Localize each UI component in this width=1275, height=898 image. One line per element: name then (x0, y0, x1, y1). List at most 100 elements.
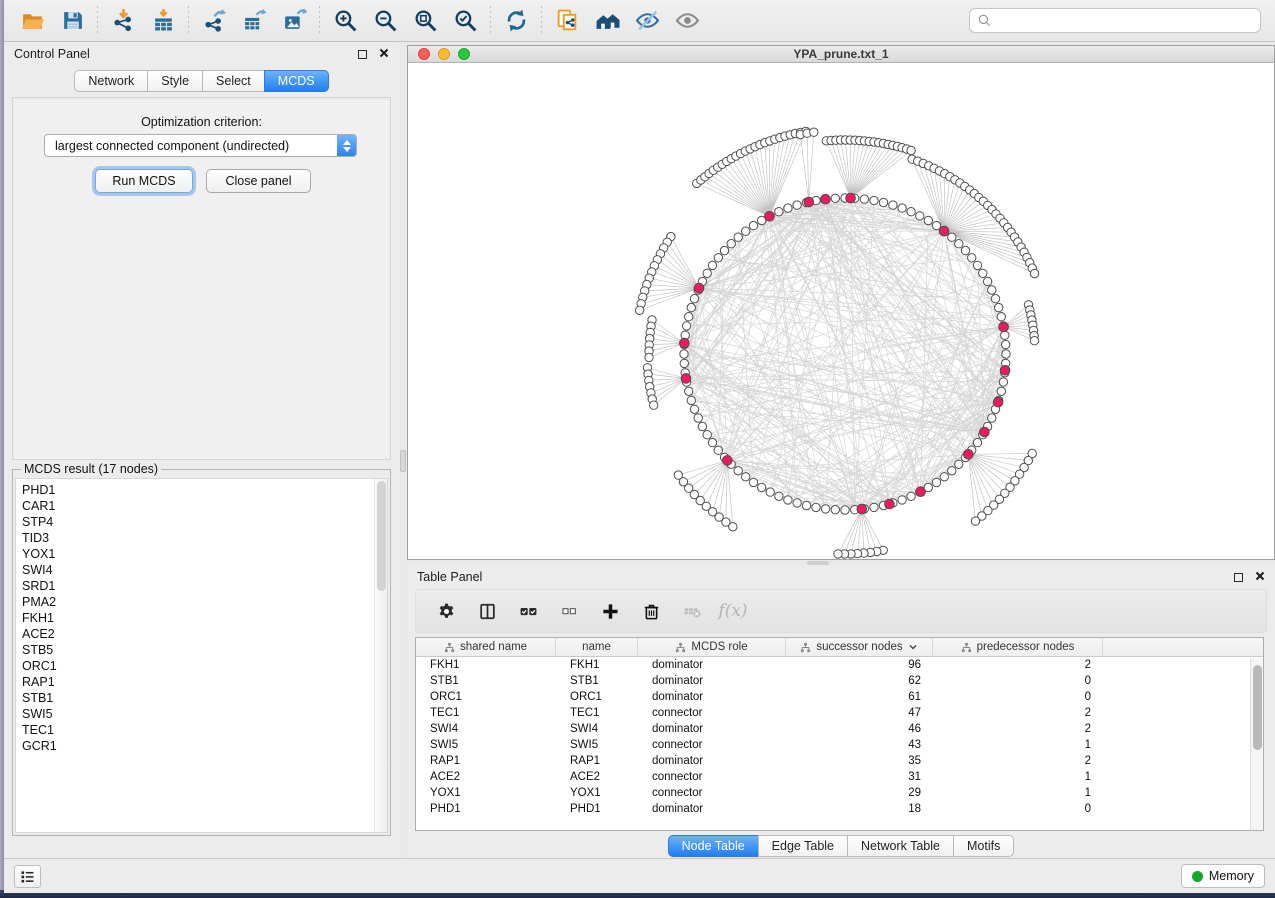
mcds-dominator-node[interactable] (885, 499, 895, 509)
open-session-button[interactable] (12, 4, 52, 38)
column-header-name[interactable]: name (556, 638, 638, 656)
mcds-dominator-node[interactable] (1000, 366, 1010, 376)
show-all-button[interactable] (667, 4, 707, 38)
network-node[interactable] (758, 483, 766, 491)
tab-node-table[interactable]: Node Table (668, 835, 758, 857)
network-node[interactable] (687, 303, 695, 311)
network-node[interactable] (784, 204, 792, 212)
mcds-dominator-node[interactable] (804, 197, 814, 207)
network-node[interactable] (973, 261, 981, 269)
network-node[interactable] (961, 246, 969, 254)
network-node[interactable] (680, 359, 688, 367)
table-row[interactable]: PHD1PHD1dominator180 (416, 801, 1263, 817)
delete-columns-button[interactable] (637, 596, 665, 626)
network-node[interactable] (766, 488, 774, 496)
network-node[interactable] (1001, 331, 1009, 339)
network-node[interactable] (802, 501, 810, 509)
network-node[interactable] (682, 322, 690, 330)
network-node[interactable] (860, 195, 868, 203)
network-node[interactable] (708, 261, 716, 269)
search-input[interactable] (997, 14, 1253, 28)
network-node[interactable] (812, 503, 820, 511)
mcds-result-item[interactable]: GCR1 (22, 738, 387, 754)
tab-edge-table[interactable]: Edge Table (758, 835, 847, 857)
table-row[interactable]: ACE2ACE2connector311 (416, 769, 1263, 785)
mcds-result-item[interactable]: FKH1 (22, 610, 387, 626)
mcds-dominator-node[interactable] (680, 338, 690, 348)
mcds-dominator-node[interactable] (681, 374, 691, 384)
export-image-button[interactable] (274, 4, 314, 38)
mcds-dominator-node[interactable] (821, 194, 831, 204)
network-node[interactable] (1002, 350, 1010, 358)
float-panel-icon[interactable] (358, 50, 367, 59)
network-node[interactable] (749, 221, 757, 229)
network-node[interactable] (898, 496, 906, 504)
network-node[interactable] (703, 431, 711, 439)
mcds-dominator-node[interactable] (857, 504, 867, 514)
add-column-button[interactable] (596, 596, 624, 626)
mcds-result-item[interactable]: SWI5 (22, 706, 387, 722)
network-node[interactable] (821, 505, 829, 513)
network-node[interactable] (687, 396, 695, 404)
tab-network-table[interactable]: Network Table (847, 835, 953, 857)
network-node[interactable] (907, 492, 915, 500)
network-node[interactable] (898, 204, 906, 212)
mcds-result-item[interactable]: STP4 (22, 514, 387, 530)
network-node[interactable] (932, 478, 940, 486)
refresh-layout-button[interactable] (496, 4, 536, 38)
network-node[interactable] (714, 446, 722, 454)
mcds-result-item[interactable]: TEC1 (22, 722, 387, 738)
network-node[interactable] (734, 233, 742, 241)
node-table[interactable]: shared namenameMCDS rolesuccessor nodesp… (415, 637, 1264, 831)
table-row[interactable]: YOX1YOX1connector291 (416, 785, 1263, 801)
network-node[interactable] (720, 246, 728, 254)
mcds-dominator-node[interactable] (993, 397, 1003, 407)
network-canvas[interactable] (408, 63, 1274, 559)
network-node[interactable] (793, 499, 801, 507)
zoom-out-button[interactable] (365, 4, 405, 38)
table-row[interactable]: RAP1RAP1dominator352 (416, 753, 1263, 769)
network-node[interactable] (784, 496, 792, 504)
network-node[interactable] (831, 506, 839, 514)
tab-style[interactable]: Style (147, 70, 202, 92)
table-row[interactable]: ORC1ORC1dominator610 (416, 689, 1263, 705)
leaf-node[interactable] (650, 401, 658, 409)
import-network-button[interactable] (103, 4, 143, 38)
network-node[interactable] (680, 350, 688, 358)
network-node[interactable] (983, 277, 991, 285)
zoom-fit-button[interactable] (405, 4, 445, 38)
network-node[interactable] (793, 201, 801, 209)
network-node[interactable] (870, 503, 878, 511)
column-header-shared-name[interactable]: shared name (416, 638, 556, 656)
network-node[interactable] (727, 240, 735, 248)
deselect-all-button[interactable] (555, 596, 583, 626)
network-node[interactable] (973, 438, 981, 446)
network-node[interactable] (698, 422, 706, 430)
save-session-button[interactable] (52, 4, 92, 38)
network-node[interactable] (988, 414, 996, 422)
tab-mcds[interactable]: MCDS (264, 70, 329, 92)
network-node[interactable] (907, 208, 915, 216)
network-node[interactable] (685, 387, 693, 395)
mcds-result-item[interactable]: ACE2 (22, 626, 387, 642)
first-neighbors-button[interactable] (587, 4, 627, 38)
show-hide-columns-button[interactable] (473, 596, 501, 626)
table-row[interactable]: SWI5SWI5connector431 (416, 737, 1263, 753)
table-row[interactable]: STB1STB1dominator620 (416, 673, 1263, 689)
leaf-node[interactable] (810, 128, 818, 136)
network-node[interactable] (879, 198, 887, 206)
network-node[interactable] (997, 313, 1005, 321)
export-network-button[interactable] (194, 4, 234, 38)
mcds-result-item[interactable]: SRD1 (22, 578, 387, 594)
network-node[interactable] (708, 438, 716, 446)
tab-network[interactable]: Network (74, 70, 147, 92)
network-node[interactable] (916, 212, 924, 220)
network-node[interactable] (968, 254, 976, 262)
mcds-result-item[interactable]: CAR1 (22, 498, 387, 514)
network-node[interactable] (742, 227, 750, 235)
network-node[interactable] (1002, 340, 1010, 348)
mcds-list-scrollbar[interactable] (374, 479, 387, 832)
column-header-MCDS-role[interactable]: MCDS role (638, 638, 786, 656)
network-node[interactable] (714, 254, 722, 262)
mcds-result-item[interactable]: PHD1 (22, 482, 387, 498)
